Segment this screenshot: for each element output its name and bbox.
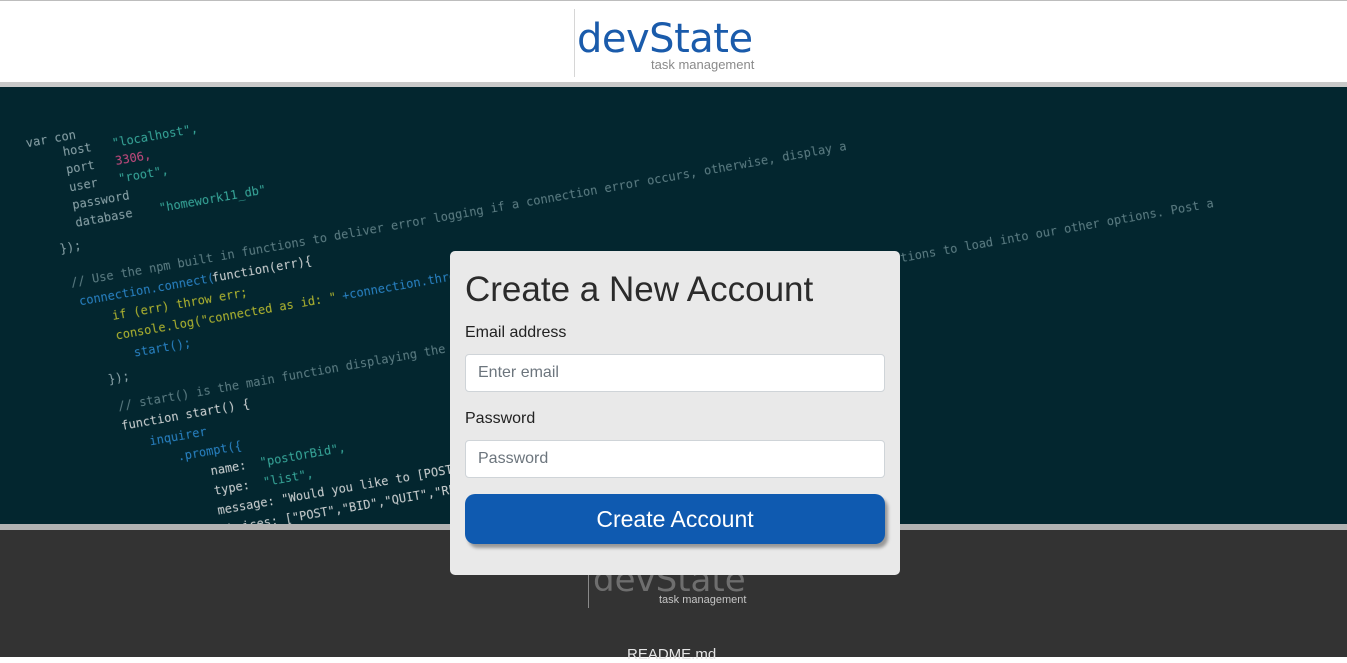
readme-link[interactable]: README.md: [627, 646, 716, 663]
footer-logo-tagline: task management: [659, 594, 747, 606]
svg-text:});: });: [59, 238, 83, 256]
brand-logo[interactable]: devState task management: [574, 9, 775, 77]
svg-text:"root",: "root",: [117, 163, 169, 186]
svg-text:inquirer: inquirer: [148, 425, 207, 449]
create-account-form: Create a New Account Email address Passw…: [450, 251, 900, 575]
create-account-button[interactable]: Create Account: [465, 494, 885, 544]
brand-logo-tagline: task management: [651, 57, 755, 72]
form-title: Create a New Account: [465, 270, 814, 309]
svg-text:"homework11_db": "homework11_db": [158, 183, 267, 216]
password-field[interactable]: [465, 440, 885, 478]
password-label: Password: [465, 410, 536, 427]
svg-text:});: });: [107, 369, 131, 387]
site-header: devState task management: [0, 1, 1347, 82]
svg-text:user: user: [68, 176, 99, 195]
brand-logo-wordmark: devState: [577, 16, 753, 62]
svg-text:"list",: "list",: [262, 467, 314, 490]
svg-text:start();: start();: [133, 336, 192, 360]
svg-text:name:: name:: [209, 458, 247, 478]
svg-text:3306,: 3306,: [114, 148, 152, 168]
svg-text:"postOrBid",: "postOrBid",: [259, 441, 347, 470]
email-label: Email address: [465, 324, 567, 341]
svg-text:"localhost",: "localhost",: [111, 121, 199, 150]
svg-text:type:: type:: [213, 478, 251, 498]
svg-text:port: port: [65, 158, 96, 177]
email-field[interactable]: [465, 354, 885, 392]
